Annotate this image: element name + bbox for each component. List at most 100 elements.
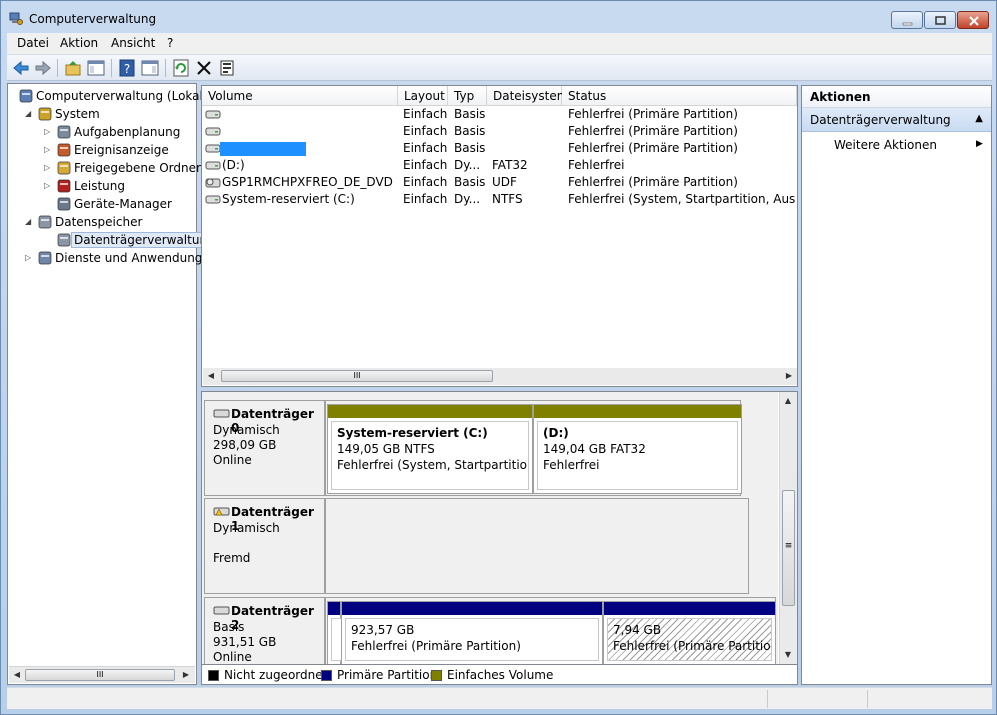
toolbar-separator: [111, 59, 112, 77]
legend-label: Nicht zugeordnet: [224, 668, 328, 682]
expand-icon[interactable]: ▷: [44, 127, 53, 136]
column-header-volume[interactable]: Volume: [202, 86, 398, 106]
partition[interactable]: (D:) 149,04 GB FAT32 Fehlerfrei: [533, 404, 742, 494]
scroll-left-icon[interactable]: ◀: [11, 669, 23, 681]
volume-horizontal-scrollbar[interactable]: ◀ III ▶: [203, 368, 797, 385]
disk-2-label[interactable]: Datenträger 2 Basis 931,51 GB Online: [204, 597, 325, 664]
cell-fs: FAT32: [492, 158, 528, 172]
scrollbar-thumb[interactable]: ≡: [782, 490, 795, 606]
up-folder-icon[interactable]: [63, 58, 83, 78]
cell-status: Fehlerfrei (Primäre Partition): [568, 141, 738, 155]
expand-icon[interactable]: ▷: [44, 163, 53, 172]
scroll-down-icon[interactable]: ▼: [782, 649, 794, 661]
menu-help[interactable]: ?: [167, 36, 173, 50]
disk-vertical-scrollbar[interactable]: ▲ ≡ ▼: [779, 392, 797, 664]
expand-icon[interactable]: ▷: [44, 181, 53, 190]
delete-icon[interactable]: [194, 58, 214, 78]
scrollbar-thumb[interactable]: III: [25, 669, 175, 681]
tree-item-5[interactable]: ▷ Freigegebene Ordner: [8, 159, 201, 177]
partition-details: 7,94 GB Fehlerfrei (Primäre Partition): [607, 618, 772, 661]
drive-icon: [205, 144, 221, 153]
cell-layout: Einfach: [403, 158, 447, 172]
collapse-icon[interactable]: ◢: [25, 109, 34, 118]
cell-layout: Einfach: [403, 175, 447, 189]
drive-icon: [205, 110, 221, 119]
scroll-right-icon[interactable]: ▶: [783, 370, 795, 382]
column-header-typ[interactable]: Typ: [448, 86, 487, 106]
more-actions-item[interactable]: Weitere Aktionen: [834, 138, 937, 152]
table-row[interactable]: System-reserviert (C:) Einfach Dy... NTFS Fe…: [202, 191, 797, 208]
disk-icon: [213, 409, 230, 418]
actions-header: Aktionen: [802, 86, 991, 108]
table-row[interactable]: Einfach Basis Fehlerfrei (Primäre Partitio…: [202, 123, 797, 140]
expand-icon[interactable]: ▷: [25, 253, 34, 262]
legend-swatch: [321, 670, 332, 681]
collapse-up-icon[interactable]: ▲: [975, 113, 983, 124]
refresh-icon[interactable]: [171, 58, 191, 78]
disk-1-partition-area: [325, 498, 749, 594]
disk-state: Online: [213, 453, 252, 467]
tree-item-9[interactable]: Datenträgerverwaltung: [8, 231, 218, 249]
table-row[interactable]: Einfach Basis Fehlerfrei (Primäre Partitio…: [202, 140, 797, 157]
collapse-icon[interactable]: ◢: [25, 217, 34, 226]
disk-0-label[interactable]: Datenträger 0 Dynamisch 298,09 GB Online: [204, 400, 325, 496]
scrollbar-thumb[interactable]: III: [221, 370, 493, 382]
expand-icon[interactable]: ▷: [44, 145, 53, 154]
disk-1-label[interactable]: Datenträger 1 Dynamisch Fremd: [204, 498, 325, 594]
tree-item-4[interactable]: ▷ Ereignisanzeige: [8, 141, 194, 159]
tree-item-10[interactable]: ▷ Dienste und Anwendungen: [8, 249, 217, 267]
submenu-arrow-icon: ▶: [976, 139, 983, 149]
cell-layout: Einfach: [403, 141, 447, 155]
tree-item-2[interactable]: ◢ System: [8, 105, 194, 123]
column-header-status[interactable]: Status: [562, 86, 797, 106]
device-manager-icon: [57, 197, 71, 211]
tree-item-7[interactable]: Geräte-Manager: [8, 195, 194, 213]
show-hide-tree-icon[interactable]: [86, 58, 106, 78]
shared-folders-icon: [57, 161, 71, 175]
expand-icon: [44, 235, 53, 244]
tree-item-3[interactable]: ▷ Aufgabenplanung: [8, 123, 194, 141]
disk-size: 298,09 GB: [213, 438, 277, 452]
storage-icon: [38, 215, 52, 229]
computer-management-icon: [19, 89, 33, 103]
menu-ansicht[interactable]: Ansicht: [111, 36, 155, 50]
partition[interactable]: System-reserviert (C:) 149,05 GB NTFS Fehl…: [327, 404, 533, 494]
partition[interactable]: 7,94 GB Fehlerfrei (Primäre Partition): [603, 601, 776, 664]
maximize-icon: [935, 16, 946, 25]
partition[interactable]: [327, 601, 343, 664]
scroll-left-icon[interactable]: ◀: [205, 370, 217, 382]
legend-swatch: [208, 670, 219, 681]
tree-item-6[interactable]: ▷ Leistung: [8, 177, 194, 195]
minimize-button[interactable]: [891, 11, 923, 29]
tree-item-8[interactable]: ◢ Datenspeicher: [8, 213, 194, 231]
help-icon[interactable]: ?: [117, 58, 137, 78]
title-bar[interactable]: Computerverwaltung: [1, 1, 996, 33]
svg-text:?: ?: [124, 62, 130, 76]
actions-section-datentraegerverwaltung[interactable]: Datenträgerverwaltung ▲: [802, 108, 991, 132]
tree-item-1[interactable]: Computerverwaltung (Lokal): [8, 87, 208, 105]
table-row[interactable]: GSP1RMCHPXFREO_DE_DVD (E:) Einfach Basis UD…: [202, 174, 797, 191]
back-arrow-icon[interactable]: [11, 58, 31, 78]
close-button[interactable]: [957, 11, 989, 29]
menu-datei[interactable]: Datei: [17, 36, 49, 50]
status-separator: [767, 690, 768, 708]
table-row[interactable]: Einfach Basis Fehlerfrei (Primäre Partitio…: [202, 106, 797, 123]
maximize-button[interactable]: [924, 11, 956, 29]
disk-type: Dynamisch: [213, 423, 280, 437]
forward-arrow-icon[interactable]: [33, 58, 53, 78]
tree-horizontal-scrollbar[interactable]: ◀ III ▶: [9, 666, 195, 683]
partition[interactable]: 923,57 GB Fehlerfrei (Primäre Partition): [341, 601, 603, 664]
scroll-right-icon[interactable]: ▶: [180, 669, 192, 681]
column-header-layout[interactable]: Layout: [398, 86, 448, 106]
column-header-dateisystem[interactable]: Dateisystem: [487, 86, 568, 106]
computer-management-window: Computerverwaltung Datei Aktion Ansicht …: [0, 0, 997, 715]
partition-title: (D:): [543, 426, 569, 440]
cell-volume: GSP1RMCHPXFREO_DE_DVD (E:): [222, 175, 396, 189]
show-action-pane-icon[interactable]: [140, 58, 160, 78]
table-row[interactable]: (D:) Einfach Dy... FAT32 Fehlerfrei: [202, 157, 797, 174]
properties-icon[interactable]: [217, 58, 237, 78]
scroll-up-icon[interactable]: ▲: [782, 395, 794, 407]
cell-status: Fehlerfrei (Primäre Partition): [568, 107, 738, 121]
disk-legend: Nicht zugeordnet Primäre Partition Einfach…: [201, 665, 798, 685]
menu-aktion[interactable]: Aktion: [60, 36, 98, 50]
